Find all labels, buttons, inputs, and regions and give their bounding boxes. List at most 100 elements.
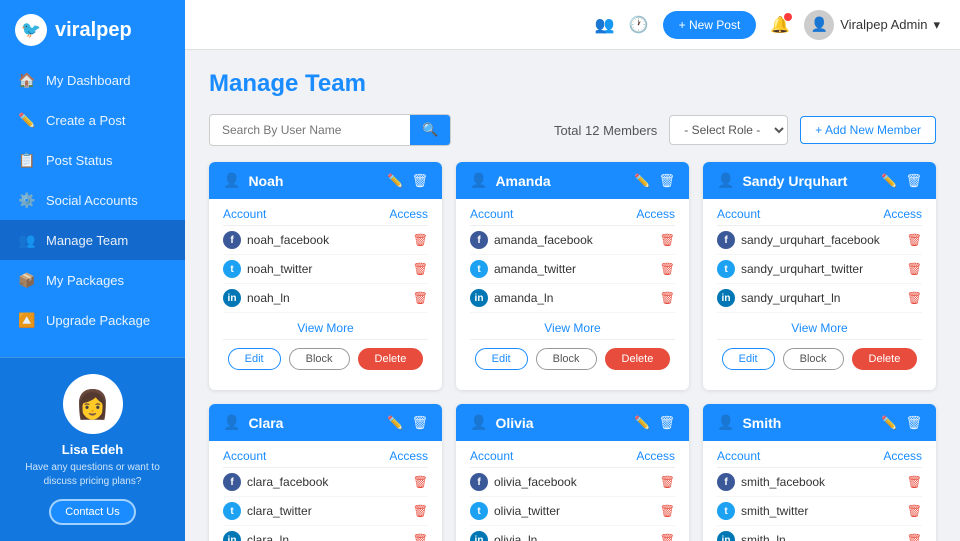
edit-button[interactable]: Edit — [475, 348, 528, 370]
sidebar-item-upgrade-package[interactable]: 🔼 Upgrade Package — [0, 300, 185, 340]
account-row: t sandy_urquhart_twitter 🗑 — [717, 255, 922, 284]
edit-icon[interactable]: ✏️ — [634, 415, 650, 431]
role-select[interactable]: - Select Role - Admin Editor Viewer — [669, 115, 788, 145]
remove-account-icon[interactable]: 🗑 — [413, 533, 428, 541]
card-header-icons: ✏️ 🗑 — [881, 173, 922, 189]
account-left: in smith_ln — [717, 531, 786, 541]
delete-button[interactable]: Delete — [605, 348, 671, 370]
sidebar-nav: 🏠 My Dashboard✏️ Create a Post📋 Post Sta… — [0, 60, 185, 357]
card-header-icons: ✏️ 🗑 — [634, 415, 675, 431]
account-left: t noah_twitter — [223, 260, 312, 278]
block-button[interactable]: Block — [289, 348, 350, 370]
access-col-header: Access — [883, 449, 922, 463]
remove-account-icon[interactable]: 🗑 — [907, 533, 922, 541]
remove-account-icon[interactable]: 🗑 — [907, 504, 922, 518]
member-user-icon: 👤 — [223, 414, 240, 431]
add-new-member-button[interactable]: + Add New Member — [800, 116, 936, 144]
account-name: olivia_twitter — [494, 504, 560, 518]
delete-card-icon[interactable]: 🗑 — [905, 415, 922, 431]
new-post-button[interactable]: + New Post — [663, 11, 757, 39]
member-user-icon: 👤 — [470, 414, 487, 431]
account-name: smith_twitter — [741, 504, 808, 518]
account-row: in olivia_ln 🗑 — [470, 526, 675, 541]
remove-account-icon[interactable]: 🗑 — [413, 504, 428, 518]
delete-card-icon[interactable]: 🗑 — [658, 415, 675, 431]
in-icon: in — [470, 531, 488, 541]
edit-icon[interactable]: ✏️ — [387, 415, 403, 431]
account-name: amanda_facebook — [494, 233, 593, 247]
view-more-link[interactable]: View More — [470, 313, 675, 339]
edit-icon[interactable]: ✏️ — [881, 415, 897, 431]
delete-button[interactable]: Delete — [358, 348, 424, 370]
remove-account-icon[interactable]: 🗑 — [413, 233, 428, 247]
sidebar-item-manage-team[interactable]: 👥 Manage Team — [0, 220, 185, 260]
search-input[interactable] — [210, 116, 410, 144]
delete-card-icon[interactable]: 🗑 — [411, 415, 428, 431]
delete-card-icon[interactable]: 🗑 — [658, 173, 675, 189]
card-col-headers: Account Access — [717, 441, 922, 468]
remove-account-icon[interactable]: 🗑 — [660, 475, 675, 489]
fb-icon: f — [470, 473, 488, 491]
account-left: t smith_twitter — [717, 502, 808, 520]
search-button[interactable]: 🔍 — [410, 115, 450, 145]
account-col-header: Account — [717, 449, 760, 463]
account-name: clara_twitter — [247, 504, 312, 518]
card-body: Account Access f noah_facebook 🗑 t noah_… — [209, 199, 442, 390]
account-row: f amanda_facebook 🗑 — [470, 226, 675, 255]
card-col-headers: Account Access — [223, 441, 428, 468]
account-name: noah_ln — [247, 291, 290, 305]
remove-account-icon[interactable]: 🗑 — [660, 233, 675, 247]
account-name: clara_facebook — [247, 475, 328, 489]
edit-icon[interactable]: ✏️ — [881, 173, 897, 189]
admin-section[interactable]: 👤 Viralpep Admin ▾ — [804, 10, 940, 40]
sidebar-item-my-dashboard[interactable]: 🏠 My Dashboard — [0, 60, 185, 100]
profile-desc: Have any questions or want to discuss pr… — [16, 461, 169, 489]
delete-card-icon[interactable]: 🗑 — [411, 173, 428, 189]
sidebar-item-post-status[interactable]: 📋 Post Status — [0, 140, 185, 180]
member-card-olivia: 👤 Olivia ✏️ 🗑 Account Access f olivi — [456, 404, 689, 541]
card-header-left: 👤 Sandy Urquhart — [717, 172, 847, 189]
nav-label-1: Create a Post — [46, 113, 126, 128]
remove-account-icon[interactable]: 🗑 — [660, 504, 675, 518]
edit-button[interactable]: Edit — [228, 348, 281, 370]
delete-button[interactable]: Delete — [852, 348, 918, 370]
nav-icon-6: 🔼 — [18, 311, 36, 329]
card-body: Account Access f sandy_urquhart_facebook… — [703, 199, 936, 390]
card-header-left: 👤 Smith — [717, 414, 781, 431]
remove-account-icon[interactable]: 🗑 — [413, 475, 428, 489]
member-name: Sandy Urquhart — [742, 173, 847, 189]
sidebar-item-my-packages[interactable]: 📦 My Packages — [0, 260, 185, 300]
filter-bar: 🔍 Total 12 Members - Select Role - Admin… — [209, 114, 936, 146]
sidebar-item-create-a-post[interactable]: ✏️ Create a Post — [0, 100, 185, 140]
delete-card-icon[interactable]: 🗑 — [905, 173, 922, 189]
remove-account-icon[interactable]: 🗑 — [660, 262, 675, 276]
remove-account-icon[interactable]: 🗑 — [907, 475, 922, 489]
remove-account-icon[interactable]: 🗑 — [907, 262, 922, 276]
edit-button[interactable]: Edit — [722, 348, 775, 370]
contact-us-button[interactable]: Contact Us — [49, 499, 135, 525]
remove-account-icon[interactable]: 🗑 — [907, 291, 922, 305]
sidebar-item-social-accounts[interactable]: ⚙️ Social Accounts — [0, 180, 185, 220]
remove-account-icon[interactable]: 🗑 — [907, 233, 922, 247]
account-left: in amanda_ln — [470, 289, 553, 307]
admin-avatar: 👤 — [804, 10, 834, 40]
account-col-header: Account — [223, 449, 266, 463]
edit-icon[interactable]: ✏️ — [634, 173, 650, 189]
notification-wrap[interactable]: 🔔 — [770, 15, 790, 35]
access-col-header: Access — [636, 207, 675, 221]
remove-account-icon[interactable]: 🗑 — [660, 533, 675, 541]
block-button[interactable]: Block — [536, 348, 597, 370]
view-more-link[interactable]: View More — [223, 313, 428, 339]
account-row: t amanda_twitter 🗑 — [470, 255, 675, 284]
card-header-left: 👤 Olivia — [470, 414, 534, 431]
edit-icon[interactable]: ✏️ — [387, 173, 403, 189]
remove-account-icon[interactable]: 🗑 — [413, 262, 428, 276]
member-name: Olivia — [495, 415, 533, 431]
account-col-header: Account — [470, 449, 513, 463]
remove-account-icon[interactable]: 🗑 — [413, 291, 428, 305]
view-more-link[interactable]: View More — [717, 313, 922, 339]
remove-account-icon[interactable]: 🗑 — [660, 291, 675, 305]
account-name: amanda_twitter — [494, 262, 576, 276]
block-button[interactable]: Block — [783, 348, 844, 370]
nav-icon-3: ⚙️ — [18, 191, 36, 209]
